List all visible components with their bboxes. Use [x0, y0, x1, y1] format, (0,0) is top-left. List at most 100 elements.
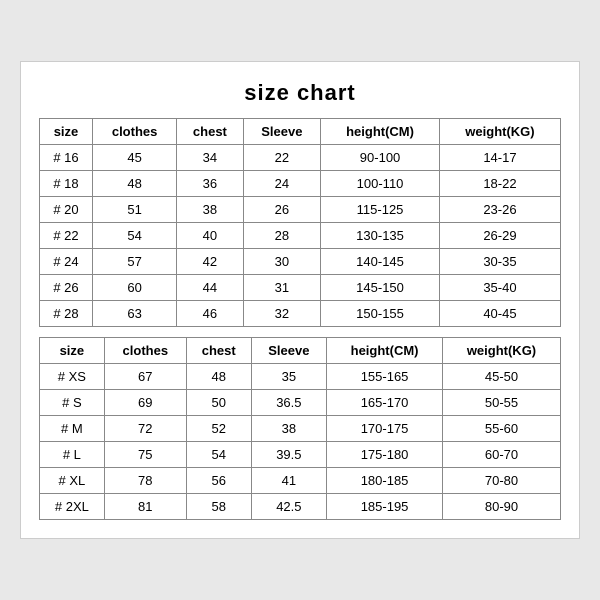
table-cell: 60	[93, 275, 177, 301]
table-cell: 70-80	[442, 468, 560, 494]
table-cell: 30-35	[439, 249, 560, 275]
table-cell: 81	[104, 494, 186, 520]
table-cell: 170-175	[327, 416, 443, 442]
table-cell: 30	[243, 249, 321, 275]
table-cell: 36	[177, 171, 243, 197]
table-cell: 150-155	[321, 301, 440, 327]
table-cell: 100-110	[321, 171, 440, 197]
table-cell: 35	[251, 364, 327, 390]
header-cell: clothes	[93, 119, 177, 145]
table-cell: 63	[93, 301, 177, 327]
table2-header-row: sizeclotheschestSleeveheight(CM)weight(K…	[40, 338, 561, 364]
table2-header: sizeclotheschestSleeveheight(CM)weight(K…	[40, 338, 561, 364]
table-cell: 26	[243, 197, 321, 223]
header-cell: weight(KG)	[442, 338, 560, 364]
table-cell: # 16	[40, 145, 93, 171]
table-cell: 41	[251, 468, 327, 494]
table1-body: # 1645342290-10014-17# 18483624100-11018…	[40, 145, 561, 327]
table-row: # XS674835155-16545-50	[40, 364, 561, 390]
table-cell: 28	[243, 223, 321, 249]
table-cell: # L	[40, 442, 105, 468]
table-cell: 51	[93, 197, 177, 223]
table-cell: 38	[177, 197, 243, 223]
table-cell: 18-22	[439, 171, 560, 197]
size-table-1: sizeclotheschestSleeveheight(CM)weight(K…	[39, 118, 561, 327]
table1-header-row: sizeclotheschestSleeveheight(CM)weight(K…	[40, 119, 561, 145]
table-cell: 175-180	[327, 442, 443, 468]
header-cell: weight(KG)	[439, 119, 560, 145]
table-cell: 35-40	[439, 275, 560, 301]
table-row: # 1645342290-10014-17	[40, 145, 561, 171]
table-cell: 38	[251, 416, 327, 442]
table-cell: 50-55	[442, 390, 560, 416]
table-cell: 78	[104, 468, 186, 494]
table-cell: 115-125	[321, 197, 440, 223]
table-cell: 67	[104, 364, 186, 390]
header-cell: clothes	[104, 338, 186, 364]
table-cell: 23-26	[439, 197, 560, 223]
table-cell: 44	[177, 275, 243, 301]
table-cell: 32	[243, 301, 321, 327]
header-cell: size	[40, 119, 93, 145]
header-cell: Sleeve	[251, 338, 327, 364]
table-cell: # 28	[40, 301, 93, 327]
table-row: # XL785641180-18570-80	[40, 468, 561, 494]
header-cell: chest	[177, 119, 243, 145]
table-cell: 40	[177, 223, 243, 249]
table-cell: 145-150	[321, 275, 440, 301]
table-cell: 36.5	[251, 390, 327, 416]
table-cell: 24	[243, 171, 321, 197]
table-cell: # 26	[40, 275, 93, 301]
table-cell: # M	[40, 416, 105, 442]
table-row: # 28634632150-15540-45	[40, 301, 561, 327]
chart-title: size chart	[39, 80, 561, 106]
table1-header: sizeclotheschestSleeveheight(CM)weight(K…	[40, 119, 561, 145]
table-row: # S695036.5165-17050-55	[40, 390, 561, 416]
table-cell: 14-17	[439, 145, 560, 171]
table-cell: 22	[243, 145, 321, 171]
table-cell: 40-45	[439, 301, 560, 327]
table-row: # 24574230140-14530-35	[40, 249, 561, 275]
table-cell: # XS	[40, 364, 105, 390]
table-row: # 18483624100-11018-22	[40, 171, 561, 197]
table-cell: 80-90	[442, 494, 560, 520]
table-cell: 42	[177, 249, 243, 275]
table-cell: 31	[243, 275, 321, 301]
table-cell: # 18	[40, 171, 93, 197]
table-cell: 185-195	[327, 494, 443, 520]
table-row: # 20513826115-12523-26	[40, 197, 561, 223]
header-cell: height(CM)	[321, 119, 440, 145]
table-cell: 75	[104, 442, 186, 468]
table-row: # L755439.5175-18060-70	[40, 442, 561, 468]
table-cell: 45-50	[442, 364, 560, 390]
table-cell: 140-145	[321, 249, 440, 275]
table-cell: 58	[186, 494, 251, 520]
table-cell: 90-100	[321, 145, 440, 171]
table-cell: 60-70	[442, 442, 560, 468]
table-cell: # S	[40, 390, 105, 416]
table-cell: 165-170	[327, 390, 443, 416]
table-cell: # XL	[40, 468, 105, 494]
size-table-2: sizeclotheschestSleeveheight(CM)weight(K…	[39, 337, 561, 520]
table-row: # M725238170-17555-60	[40, 416, 561, 442]
header-cell: height(CM)	[327, 338, 443, 364]
table-cell: # 2XL	[40, 494, 105, 520]
table-cell: 50	[186, 390, 251, 416]
table-cell: 52	[186, 416, 251, 442]
table-cell: 42.5	[251, 494, 327, 520]
table-cell: # 20	[40, 197, 93, 223]
table-cell: # 24	[40, 249, 93, 275]
table2-body: # XS674835155-16545-50# S695036.5165-170…	[40, 364, 561, 520]
table-row: # 26604431145-15035-40	[40, 275, 561, 301]
header-cell: size	[40, 338, 105, 364]
table-row: # 2XL815842.5185-19580-90	[40, 494, 561, 520]
table-cell: 69	[104, 390, 186, 416]
table-cell: 48	[93, 171, 177, 197]
table-cell: 54	[93, 223, 177, 249]
table-cell: 56	[186, 468, 251, 494]
table-cell: 130-135	[321, 223, 440, 249]
table-cell: 45	[93, 145, 177, 171]
header-cell: chest	[186, 338, 251, 364]
table-cell: 26-29	[439, 223, 560, 249]
table-cell: 34	[177, 145, 243, 171]
